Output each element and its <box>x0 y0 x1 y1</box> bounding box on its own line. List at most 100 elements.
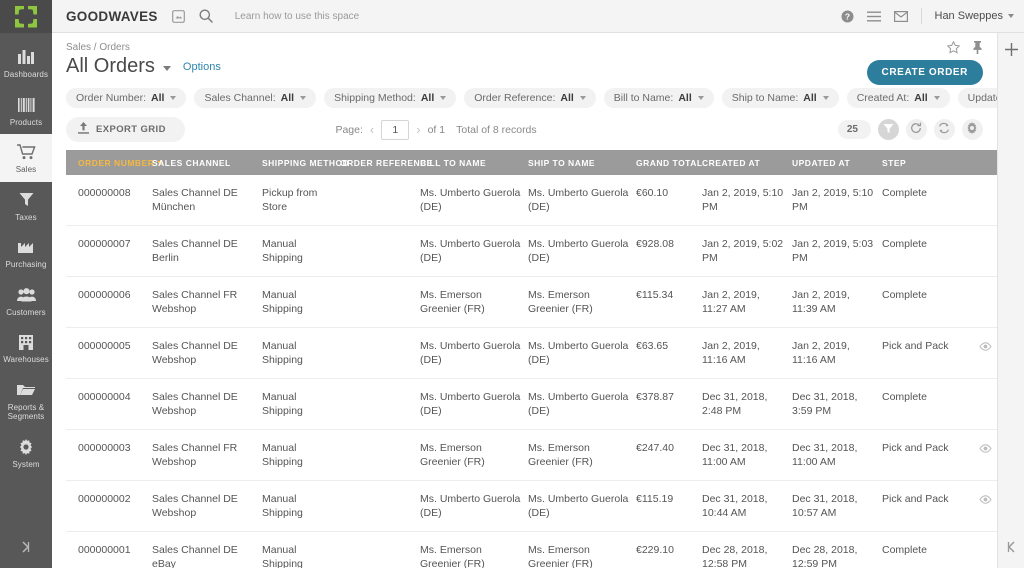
chevron-down-icon <box>300 96 307 100</box>
next-page-icon[interactable]: › <box>416 122 420 137</box>
cell-grand-total: €229.10 <box>636 531 702 568</box>
rail-add-button[interactable] <box>1004 33 1018 69</box>
body-row: Sales / Orders All Orders Options CREATE… <box>52 33 1024 568</box>
sidebar-item-label: Reports & Segments <box>7 402 45 422</box>
refresh-button[interactable] <box>905 119 927 140</box>
column-header-updated-at[interactable]: UPDATED AT <box>792 150 882 175</box>
sidebar-item-products[interactable]: Products <box>0 87 52 135</box>
filter-label: Ship to Name: <box>731 92 799 104</box>
cell-ship-to-name: Ms. Umberto Guerola (DE) <box>528 225 636 277</box>
filter-bill-to-name[interactable]: Bill to Name: All <box>603 88 714 108</box>
search-icon[interactable] <box>199 9 213 23</box>
table-row[interactable]: 000000001 Sales Channel DE eBay Manual Shi… <box>66 531 1020 568</box>
column-header-created-at[interactable]: CREATED AT <box>702 150 792 175</box>
cell-order-reference <box>340 429 420 481</box>
total-records-label: Total of 8 records <box>456 123 537 136</box>
filter-bar: Order Number: All Sales Channel: All Shipp… <box>52 78 1024 108</box>
sidebar-item-customers[interactable]: Customers <box>0 277 52 325</box>
sidebar-item-taxes[interactable]: Taxes <box>0 182 52 230</box>
help-icon[interactable]: ? <box>841 10 854 23</box>
page-of-label: of 1 <box>427 123 446 136</box>
collapse-left-icon <box>1004 540 1018 559</box>
filter-shipping-method[interactable]: Shipping Method: All <box>324 88 457 108</box>
page-header: Sales / Orders All Orders Options CREATE… <box>52 33 997 85</box>
right-rail <box>997 33 1024 568</box>
page-header-actions <box>946 40 983 59</box>
column-header-bill-to-name[interactable]: BILL TO NAME <box>420 150 528 175</box>
column-header-grand-total[interactable]: GRAND TOTAL <box>636 150 702 175</box>
eye-icon[interactable] <box>979 443 992 457</box>
sidebar-item-label: Sales <box>15 165 37 174</box>
eye-icon[interactable] <box>979 494 992 508</box>
column-header-order-number[interactable]: ORDER NUMBER <box>66 150 164 175</box>
filter-sales-channel[interactable]: Sales Channel: All <box>194 88 317 108</box>
table-row[interactable]: 000000004 Sales Channel DE Webshop Manual … <box>66 378 1020 430</box>
filter-ship-to-name[interactable]: Ship to Name: All <box>721 88 839 108</box>
filter-label: Bill to Name: <box>613 92 674 104</box>
app-logo[interactable] <box>0 0 52 33</box>
table-row[interactable]: 000000005 Sales Channel DE Webshop Manual … <box>66 327 1020 379</box>
sidebar-item-label: Purchasing <box>5 260 47 269</box>
cell-order-reference <box>340 378 420 430</box>
cell-order-number: 000000007 <box>66 225 152 277</box>
filter-created-at[interactable]: Created At: All <box>846 88 950 108</box>
cell-shipping-method: Manual Shipping <box>262 225 340 277</box>
breadcrumb[interactable]: Sales / Orders <box>66 42 983 53</box>
sidebar-item-reports-segments[interactable]: Reports & Segments <box>0 372 52 429</box>
cell-shipping-method: Manual Shipping <box>262 327 340 379</box>
sidebar-item-dashboards[interactable]: Dashboards <box>0 39 52 87</box>
column-header-ship-to-name[interactable]: SHIP TO NAME <box>528 150 636 175</box>
user-menu[interactable]: Han Sweppes <box>934 10 1014 22</box>
cell-updated-at: Dec 28, 2018, 12:59 PM <box>792 531 882 568</box>
cell-bill-to-name: Ms. Umberto Guerola (DE) <box>420 225 528 277</box>
note-icon[interactable] <box>171 9 185 23</box>
title-chevron-down-icon[interactable] <box>162 66 171 71</box>
table-row[interactable]: 000000008 Sales Channel DE München Pickup … <box>66 175 1020 226</box>
filter-order-reference[interactable]: Order Reference: All <box>464 88 596 108</box>
page-number-input[interactable] <box>381 119 410 140</box>
rail-collapse-button[interactable] <box>1004 530 1018 568</box>
prev-page-icon[interactable]: ‹ <box>370 122 374 137</box>
chevron-down-icon <box>1008 14 1014 18</box>
table-row[interactable]: 000000006 Sales Channel FR Webshop Manual … <box>66 276 1020 328</box>
sidebar-item-sales[interactable]: Sales <box>0 134 52 182</box>
cell-ship-to-name: Ms. Emerson Greenier (FR) <box>528 531 636 568</box>
cell-order-number: 000000001 <box>66 531 152 568</box>
cell-bill-to-name: Ms. Emerson Greenier (FR) <box>420 429 528 481</box>
create-order-button[interactable]: CREATE ORDER <box>866 60 983 85</box>
export-grid-button[interactable]: EXPORT GRID <box>66 117 185 142</box>
options-link[interactable]: Options <box>183 61 221 73</box>
cell-updated-at: Dec 31, 2018, 3:59 PM <box>792 378 882 430</box>
star-icon[interactable] <box>946 40 961 59</box>
sidebar-item-warehouses[interactable]: Warehouses <box>0 324 52 372</box>
grid-settings-button[interactable] <box>961 119 983 140</box>
cell-order-number: 000000003 <box>66 429 152 481</box>
sidebar-collapse-button[interactable] <box>0 530 52 568</box>
hamburger-icon[interactable] <box>866 11 881 22</box>
user-name-label: Han Sweppes <box>934 10 1004 22</box>
cell-ship-to-name: Ms. Emerson Greenier (FR) <box>528 276 636 328</box>
table-row[interactable]: 000000003 Sales Channel FR Webshop Manual … <box>66 429 1020 481</box>
reset-button[interactable] <box>933 119 955 140</box>
filter-toggle-button[interactable] <box>877 119 899 140</box>
column-header-order-reference[interactable]: ORDER REFERENCE <box>340 150 432 175</box>
cell-created-at: Jan 2, 2019, 5:10 PM <box>702 175 792 226</box>
mail-icon[interactable] <box>893 10 908 22</box>
column-header-sales-channel[interactable]: SALES CHANNEL <box>152 150 262 175</box>
collapse-arrow-icon <box>19 540 33 559</box>
filter-value: All <box>420 92 435 104</box>
factory-icon <box>17 237 35 257</box>
page-size-selector[interactable]: 25 <box>837 120 871 139</box>
filter-order-number[interactable]: Order Number: All <box>66 88 187 108</box>
column-header-step[interactable]: STEP <box>882 150 960 175</box>
eye-icon[interactable] <box>979 341 992 355</box>
column-header-shipping-method[interactable]: SHIPPING METHOD <box>262 150 349 175</box>
pin-icon[interactable] <box>972 41 983 59</box>
cell-bill-to-name: Ms. Emerson Greenier (FR) <box>420 531 528 568</box>
chevron-down-icon <box>440 96 447 100</box>
table-row[interactable]: 000000007 Sales Channel DE Berlin Manual S… <box>66 225 1020 277</box>
cell-sales-channel: Sales Channel DE Webshop <box>152 480 262 532</box>
sidebar-item-system[interactable]: System <box>0 429 52 477</box>
sidebar-item-purchasing[interactable]: Purchasing <box>0 229 52 277</box>
table-row[interactable]: 000000002 Sales Channel DE Webshop Manual … <box>66 480 1020 532</box>
